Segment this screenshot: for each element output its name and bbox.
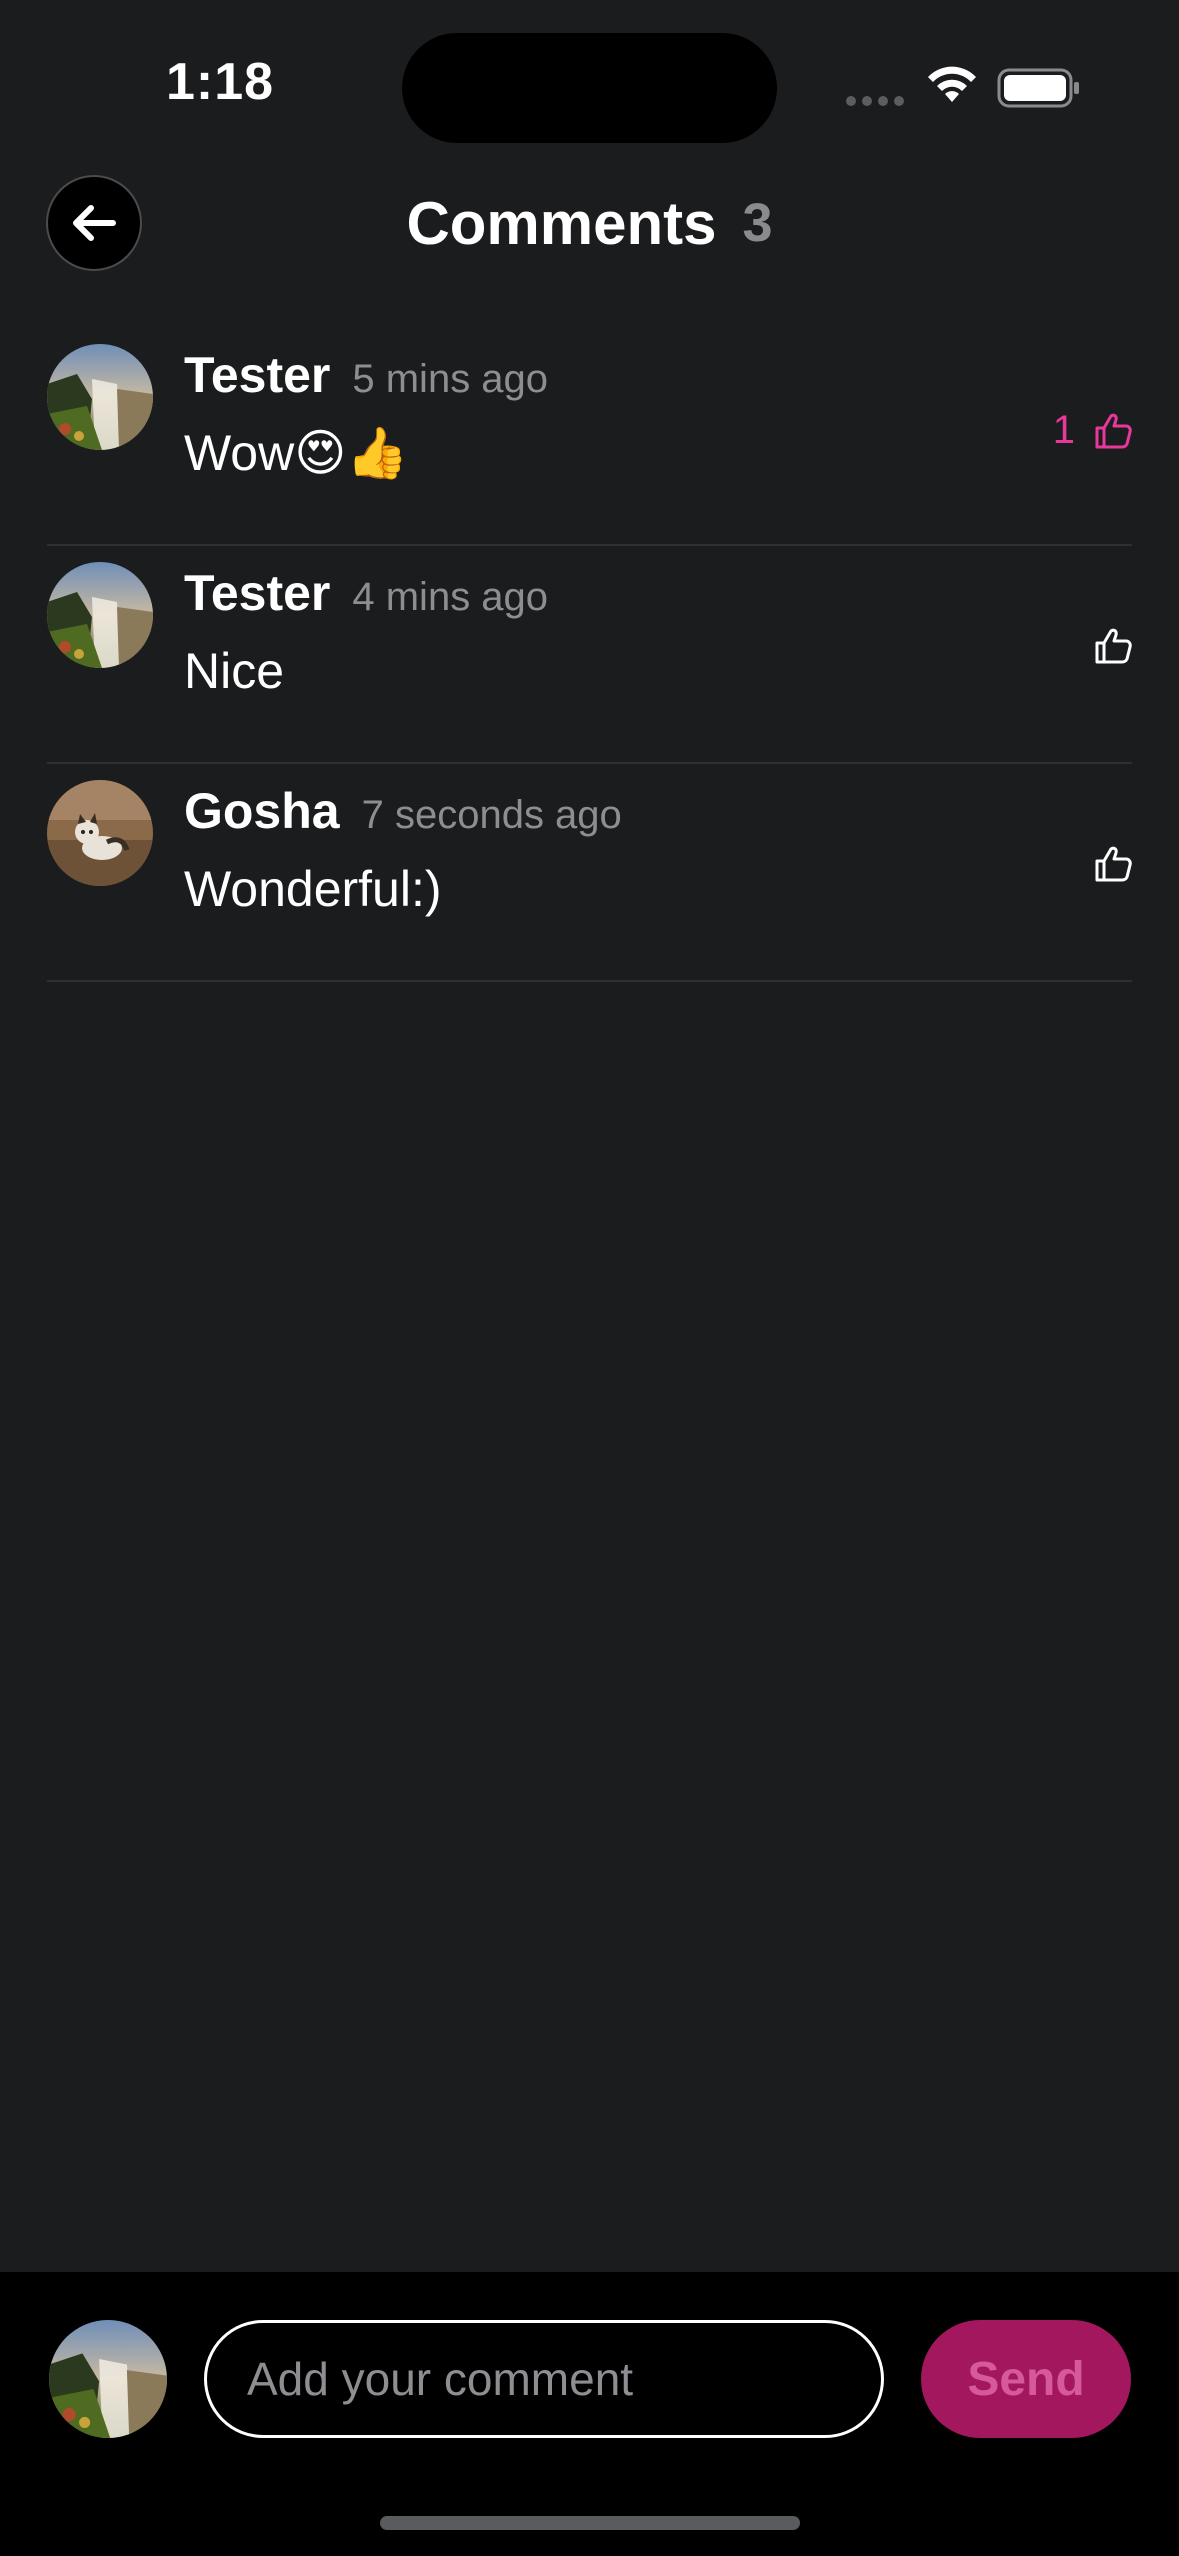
wifi-icon	[928, 66, 976, 102]
battery-icon	[997, 68, 1079, 108]
comment-author[interactable]: Tester 4 mins ago	[184, 564, 548, 622]
comment-author[interactable]: Tester 5 mins ago	[184, 346, 548, 404]
comments-list: Tester 5 mins ago Wow😍👍 1 Tester 4 mins …	[0, 328, 1179, 982]
status-time: 1:18	[166, 53, 275, 111]
author-name: Tester	[184, 565, 331, 621]
thumbs-up-icon	[1095, 628, 1132, 664]
page-title: Comments	[406, 189, 717, 257]
thumbs-up-icon	[1095, 413, 1132, 448]
thumbs-up-icon	[1095, 846, 1132, 882]
like-button[interactable]	[1093, 844, 1133, 884]
comment-input[interactable]	[204, 2320, 884, 2438]
status-bar: 1:18	[0, 0, 1179, 160]
cat-avatar-image	[47, 780, 153, 886]
comment-item: Tester 4 mins ago Nice	[0, 546, 1179, 764]
comment-composer: Send	[0, 2272, 1179, 2556]
user-avatar[interactable]	[47, 780, 153, 886]
comment-count: 3	[742, 193, 773, 253]
comment-timestamp: 7 seconds ago	[361, 793, 622, 837]
waterfall-avatar-image	[49, 2320, 167, 2438]
waterfall-avatar-image	[47, 562, 153, 668]
arrow-left-icon	[73, 205, 116, 241]
comment-author[interactable]: Gosha 7 seconds ago	[184, 782, 622, 840]
like-button[interactable]	[1093, 626, 1133, 666]
send-button[interactable]: Send	[921, 2320, 1131, 2438]
user-avatar[interactable]	[47, 562, 153, 668]
back-button[interactable]	[46, 175, 142, 271]
like-button[interactable]: 1	[1053, 408, 1133, 453]
author-name: Tester	[184, 347, 331, 403]
header: Comments 3	[0, 175, 1179, 271]
comment-text: Wow😍👍	[184, 425, 409, 481]
user-avatar[interactable]	[47, 344, 153, 450]
cellular-signal-icon	[846, 96, 904, 106]
dynamic-island	[402, 33, 777, 143]
comment-item: Tester 5 mins ago Wow😍👍 1	[0, 328, 1179, 546]
author-name: Gosha	[184, 783, 340, 839]
comment-text: Nice	[184, 643, 285, 699]
comment-text: Wonderful:)	[184, 861, 442, 917]
comment-timestamp: 5 mins ago	[352, 357, 549, 401]
home-indicator	[380, 2516, 800, 2530]
waterfall-avatar-image	[47, 344, 153, 450]
current-user-avatar	[49, 2320, 167, 2438]
comment-item: Gosha 7 seconds ago Wonderful:)	[0, 764, 1179, 982]
comment-timestamp: 4 mins ago	[352, 575, 549, 619]
like-count: 1	[1052, 408, 1075, 452]
